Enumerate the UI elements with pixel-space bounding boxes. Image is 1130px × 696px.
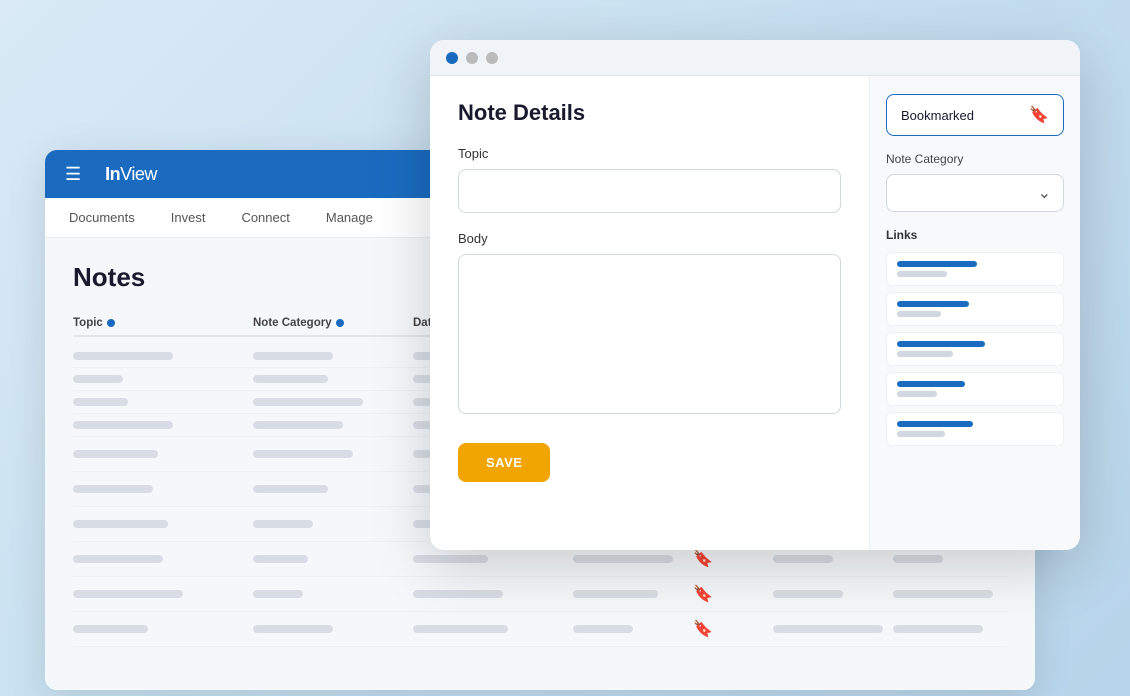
sort-icon: [336, 319, 344, 327]
traffic-dot-gray-2: [486, 52, 498, 64]
bookmarked-label: Bookmarked: [901, 108, 974, 123]
nav-item-documents[interactable]: Documents: [65, 210, 139, 225]
link-item[interactable]: [886, 332, 1064, 366]
table-row[interactable]: 🔖: [73, 577, 1007, 612]
bookmark-icon: 🔖: [693, 551, 713, 568]
link-item[interactable]: [886, 252, 1064, 286]
link-bar-gray: [897, 351, 953, 357]
traffic-dot-gray-1: [466, 52, 478, 64]
hamburger-icon[interactable]: ☰: [65, 164, 81, 185]
links-label: Links: [886, 228, 1064, 242]
link-item[interactable]: [886, 412, 1064, 446]
link-bar-gray: [897, 391, 937, 397]
link-bar-gray: [897, 271, 947, 277]
link-bar-blue: [897, 261, 977, 267]
topic-input[interactable]: [458, 169, 841, 213]
table-row[interactable]: 🔖: [73, 612, 1007, 647]
link-bar-blue: [897, 421, 973, 427]
chevron-down-icon: ⌄: [1038, 183, 1051, 203]
link-item[interactable]: [886, 372, 1064, 406]
modal-titlebar: [430, 40, 1080, 76]
col-category[interactable]: Note Category: [253, 317, 413, 329]
body-label: Body: [458, 231, 841, 246]
link-bar-gray: [897, 311, 941, 317]
link-bar-blue: [897, 341, 985, 347]
sort-icon: [107, 319, 115, 327]
topic-label: Topic: [458, 146, 841, 161]
modal-body: Note Details Topic Body SAVE Bookmarked …: [430, 76, 1080, 550]
col-topic[interactable]: Topic: [73, 317, 253, 329]
link-bar-blue: [897, 381, 965, 387]
modal-right-panel: Bookmarked 🔖 Note Category ⌄ Links: [870, 76, 1080, 550]
body-textarea[interactable]: [458, 254, 841, 414]
traffic-dot-blue: [446, 52, 458, 64]
bookmark-filled-icon: 🔖: [1029, 105, 1049, 125]
nav-item-connect[interactable]: Connect: [237, 210, 293, 225]
link-item[interactable]: [886, 292, 1064, 326]
bookmarked-button[interactable]: Bookmarked 🔖: [886, 94, 1064, 136]
bookmark-icon: 🔖: [693, 621, 713, 638]
category-label: Note Category: [886, 152, 1064, 166]
brand-logo: InView: [105, 164, 157, 185]
save-button[interactable]: SAVE: [458, 443, 550, 482]
modal-left-panel: Note Details Topic Body SAVE: [430, 76, 870, 550]
bookmark-icon: 🔖: [693, 586, 713, 603]
modal-title: Note Details: [458, 100, 841, 126]
nav-item-invest[interactable]: Invest: [167, 210, 210, 225]
link-bar-gray: [897, 431, 945, 437]
note-details-modal: Note Details Topic Body SAVE Bookmarked …: [430, 40, 1080, 550]
nav-item-manage[interactable]: Manage: [322, 210, 377, 225]
category-select[interactable]: ⌄: [886, 174, 1064, 212]
link-bar-blue: [897, 301, 969, 307]
